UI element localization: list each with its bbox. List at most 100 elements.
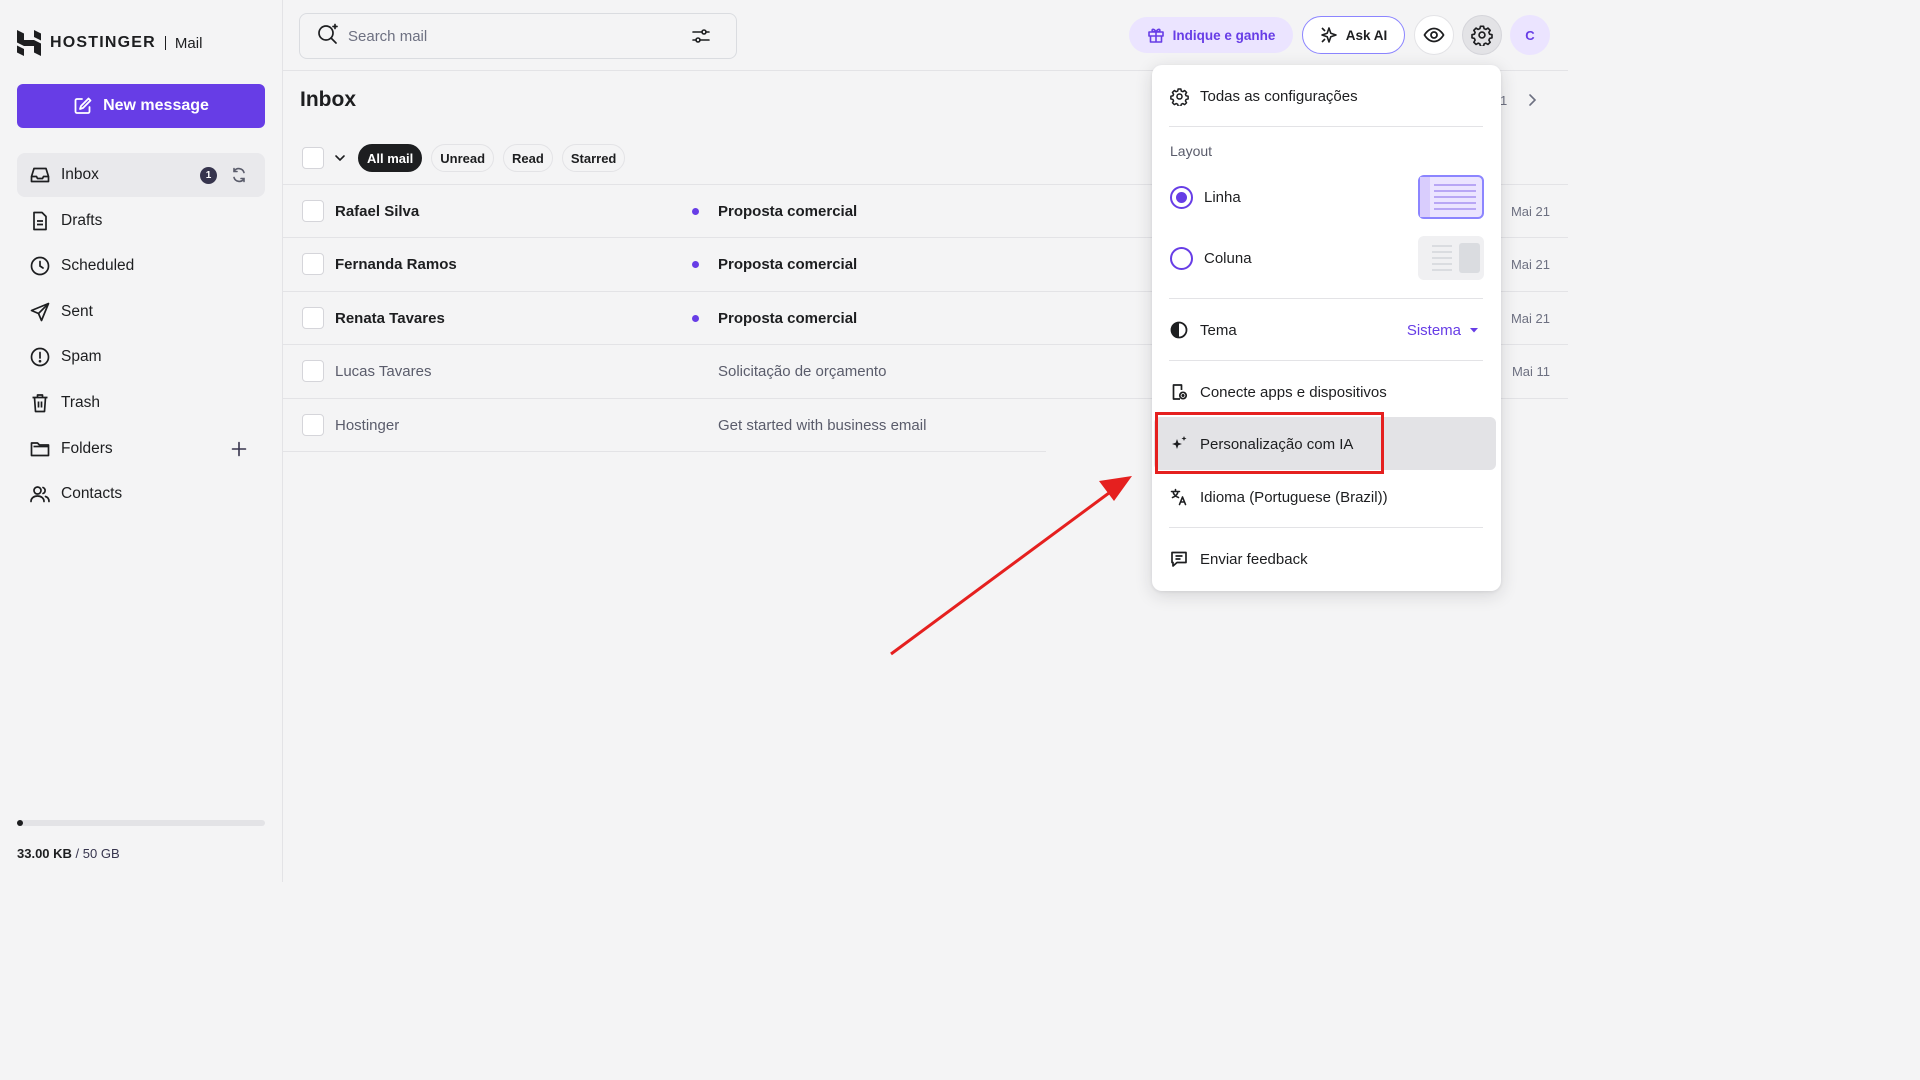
refer-and-earn-label: Indique e ganhe <box>1172 27 1276 43</box>
gear-icon <box>1169 86 1189 106</box>
annotation-highlight-box <box>1155 412 1384 474</box>
pager-number: 1 <box>1500 93 1508 108</box>
ask-ai-label: Ask AI <box>1345 27 1388 43</box>
select-all-checkbox[interactable] <box>302 147 324 169</box>
filter-chip-unread[interactable]: Unread <box>431 144 495 172</box>
email-checkbox[interactable] <box>302 413 324 436</box>
unread-dot <box>692 208 699 215</box>
menu-divider <box>1169 527 1483 528</box>
menu-item-all-settings[interactable]: Todas as configurações <box>1152 78 1501 114</box>
sidebar-item-trash[interactable]: Trash <box>17 381 265 425</box>
sidebar-item-label: Spam <box>61 348 102 366</box>
brand-name: HOSTINGER <box>50 34 156 51</box>
sidebar-item-inbox[interactable]: Inbox 1 <box>17 153 265 197</box>
menu-item-language[interactable]: Idioma (Portuguese (Brazil)) <box>1152 477 1501 517</box>
email-checkbox[interactable] <box>302 253 324 276</box>
layout-option-linha[interactable]: Linha <box>1170 175 1484 219</box>
gear-icon <box>1471 25 1493 46</box>
sidebar-item-folders[interactable]: Folders <box>17 427 265 471</box>
inbox-icon <box>29 164 51 186</box>
email-sender: Hostinger <box>335 416 400 434</box>
email-subject: Solicitação de orçamento <box>718 363 887 381</box>
refer-and-earn-button[interactable]: Indique e ganhe <box>1129 17 1293 53</box>
email-sender: Rafael Silva <box>335 203 420 220</box>
filter-chip-starred[interactable]: Starred <box>561 144 626 172</box>
menu-item-feedback[interactable]: Enviar feedback <box>1152 539 1501 579</box>
email-sender: Renata Tavares <box>335 309 445 327</box>
email-date: Mai 21 <box>1510 257 1550 273</box>
row-layout-preview-icon <box>1418 175 1484 219</box>
storage-total: / 50 GB <box>75 846 120 861</box>
search-box[interactable] <box>299 13 737 59</box>
sidebar-item-label: Drafts <box>61 211 103 229</box>
new-message-button[interactable]: New message <box>17 84 265 128</box>
email-checkbox[interactable] <box>302 200 324 222</box>
radio-selected[interactable] <box>1170 185 1193 209</box>
sidebar-item-label: Inbox <box>61 166 99 183</box>
ai-search-icon <box>316 22 340 51</box>
menu-divider <box>1169 360 1483 361</box>
ask-ai-button[interactable]: Ask AI <box>1302 16 1405 54</box>
sidebar-item-label: Scheduled <box>61 257 135 275</box>
sidebar-nav: Inbox 1 Drafts Scheduled Sent Spam Trash… <box>17 153 265 518</box>
sidebar-item-label: Contacts <box>61 485 123 503</box>
storage-used: 33.00 KB <box>17 846 72 861</box>
chevron-down-icon[interactable] <box>332 150 348 166</box>
menu-item-connect-apps[interactable]: Conecte apps e dispositivos <box>1152 372 1501 412</box>
theme-value: Sistema <box>1406 321 1461 339</box>
chevron-right-icon[interactable] <box>1522 90 1542 110</box>
ai-sparkle-icon <box>1320 27 1337 43</box>
menu-item-label: Todas as configurações <box>1200 87 1358 105</box>
gift-icon <box>1147 28 1164 43</box>
new-message-label: New message <box>103 97 209 114</box>
contrast-icon <box>1169 320 1189 340</box>
email-date: Mai 21 <box>1510 310 1550 326</box>
theme-select[interactable]: Sistema <box>1407 310 1479 350</box>
user-avatar[interactable]: C <box>1510 15 1550 55</box>
layout-option-coluna[interactable]: Coluna <box>1170 236 1484 280</box>
add-folder-plus-icon[interactable] <box>229 439 249 459</box>
menu-item-label: Idioma (Portuguese (Brazil)) <box>1200 488 1388 506</box>
settings-menu: Todas as configurações Layout Linha Colu… <box>1152 65 1501 591</box>
sidebar-item-scheduled[interactable]: Scheduled <box>17 244 265 288</box>
filter-bar: All mail Unread Read Starred <box>302 144 634 172</box>
sidebar: HOSTINGER Mail New message Inbox 1 Draft… <box>0 0 283 882</box>
storage-progress-bar <box>17 820 265 826</box>
brand[interactable]: HOSTINGER Mail <box>17 30 202 56</box>
storage-text: 33.00 KB / 50 GB <box>17 846 265 861</box>
list-divider <box>283 450 1046 452</box>
layout-option-label: Coluna <box>1204 249 1252 267</box>
preview-toggle-button[interactable] <box>1414 15 1454 55</box>
clock-icon <box>29 255 51 277</box>
email-date: Mai 11 <box>1511 364 1550 380</box>
search-input[interactable] <box>348 27 690 45</box>
refresh-icon[interactable] <box>229 165 249 185</box>
search-filter-icon[interactable] <box>690 25 712 47</box>
filter-chip-read[interactable]: Read <box>503 144 553 172</box>
sidebar-item-sent[interactable]: Sent <box>17 290 265 334</box>
sidebar-item-drafts[interactable]: Drafts <box>17 199 265 243</box>
radio-unselected[interactable] <box>1170 246 1193 270</box>
menu-divider <box>1169 126 1483 127</box>
storage-usage: 33.00 KB / 50 GB <box>17 820 265 861</box>
menu-item-label: Conecte apps e dispositivos <box>1200 383 1387 401</box>
email-checkbox[interactable] <box>302 306 324 329</box>
sidebar-item-contacts[interactable]: Contacts <box>17 472 265 516</box>
feedback-message-icon <box>1169 549 1189 569</box>
sidebar-item-spam[interactable]: Spam <box>17 335 265 379</box>
sidebar-item-label: Folders <box>61 439 113 457</box>
storage-progress-fill <box>17 820 23 826</box>
menu-item-label: Enviar feedback <box>1200 550 1308 568</box>
draft-document-icon <box>29 210 51 232</box>
theme-label: Tema <box>1200 321 1237 339</box>
filter-chip-all-mail[interactable]: All mail <box>358 144 423 172</box>
trash-icon <box>29 392 51 414</box>
settings-button[interactable] <box>1462 15 1502 55</box>
layout-section-label: Layout <box>1170 143 1213 159</box>
email-sender: Lucas Tavares <box>335 363 432 381</box>
menu-item-theme[interactable]: Tema Sistema <box>1152 310 1501 350</box>
email-checkbox[interactable] <box>302 360 324 383</box>
page-title: Inbox <box>300 88 356 111</box>
unread-dot <box>692 314 699 322</box>
compose-icon <box>74 97 92 114</box>
